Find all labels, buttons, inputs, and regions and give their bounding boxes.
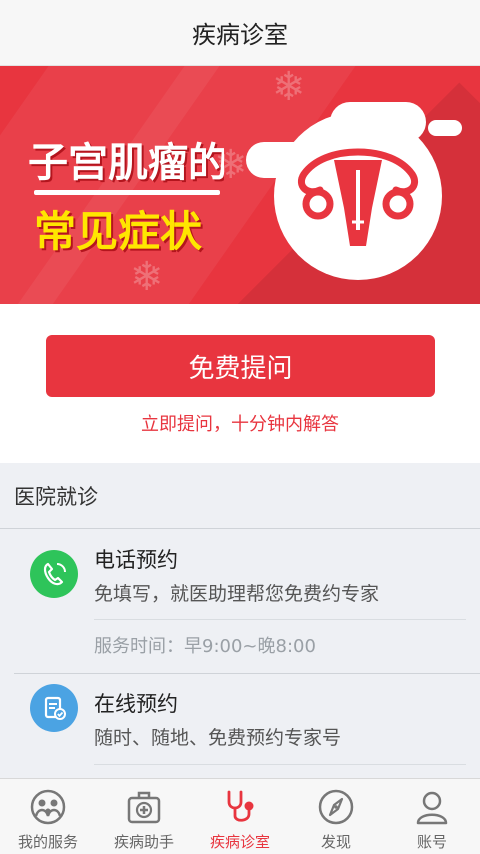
snowflake-icon: ❄ — [272, 66, 306, 110]
banner-title-line1: 子宫肌瘤的 — [28, 140, 224, 186]
stethoscope-icon — [220, 787, 260, 827]
phone-icon — [30, 550, 78, 598]
phone-appointment-title: 电话预约 — [94, 548, 178, 572]
page-title: 疾病诊室 — [192, 21, 288, 49]
top-header: 疾病诊室 — [0, 0, 480, 66]
online-appointment-item[interactable]: 在线预约 随时、随地、免费预约专家号 — [14, 674, 480, 778]
tab-label: 账号 — [416, 833, 447, 851]
phone-appointment-item[interactable]: 电话预约 免填写，就医助理帮您免费约专家 服务时间：早9:00~晚8:00 — [14, 530, 480, 674]
bottom-tab-bar: 我的服务 疾病助手 疾病诊室 发现 账号 — [0, 778, 480, 854]
hospital-section-title: 医院就诊 — [0, 463, 480, 529]
clipboard-check-icon — [30, 684, 78, 732]
banner-underline — [34, 190, 220, 195]
tab-account[interactable]: 账号 — [384, 779, 480, 854]
tab-label: 我的服务 — [17, 833, 78, 851]
ask-section: 免费提问 立即提问，十分钟内解答 — [0, 304, 480, 463]
phone-appointment-desc: 免填写，就医助理帮您免费约专家 — [94, 583, 380, 605]
user-icon — [412, 787, 452, 827]
free-ask-button[interactable]: 免费提问 — [46, 335, 435, 397]
tab-discover[interactable]: 发现 — [288, 779, 384, 854]
online-appointment-title: 在线预约 — [94, 692, 178, 716]
snowflake-icon: ❄ — [130, 254, 164, 300]
banner-title-line2: 常见症状 — [34, 207, 203, 256]
tab-disease-assistant[interactable]: 疾病助手 — [96, 779, 192, 854]
tab-label: 疾病诊室 — [209, 833, 270, 851]
item-divider — [94, 619, 466, 620]
phone-service-hours: 服务时间：早9:00~晚8:00 — [94, 636, 316, 657]
promo-banner[interactable]: ❄ ❄ ❄ 子宫肌瘤的 常见症状 — [0, 66, 480, 304]
uterus-icon — [297, 148, 419, 246]
tab-label: 发现 — [320, 833, 351, 851]
family-icon — [28, 787, 68, 827]
compass-icon — [316, 787, 356, 827]
ask-subtitle: 立即提问，十分钟内解答 — [141, 414, 339, 435]
online-appointment-desc: 随时、随地、免费预约专家号 — [94, 727, 342, 749]
item-divider — [94, 764, 466, 765]
tab-disease-clinic[interactable]: 疾病诊室 — [192, 779, 288, 854]
medkit-icon — [124, 787, 164, 827]
uterus-illustration — [274, 112, 442, 280]
tab-label: 疾病助手 — [113, 833, 174, 851]
tab-my-services[interactable]: 我的服务 — [0, 779, 96, 854]
